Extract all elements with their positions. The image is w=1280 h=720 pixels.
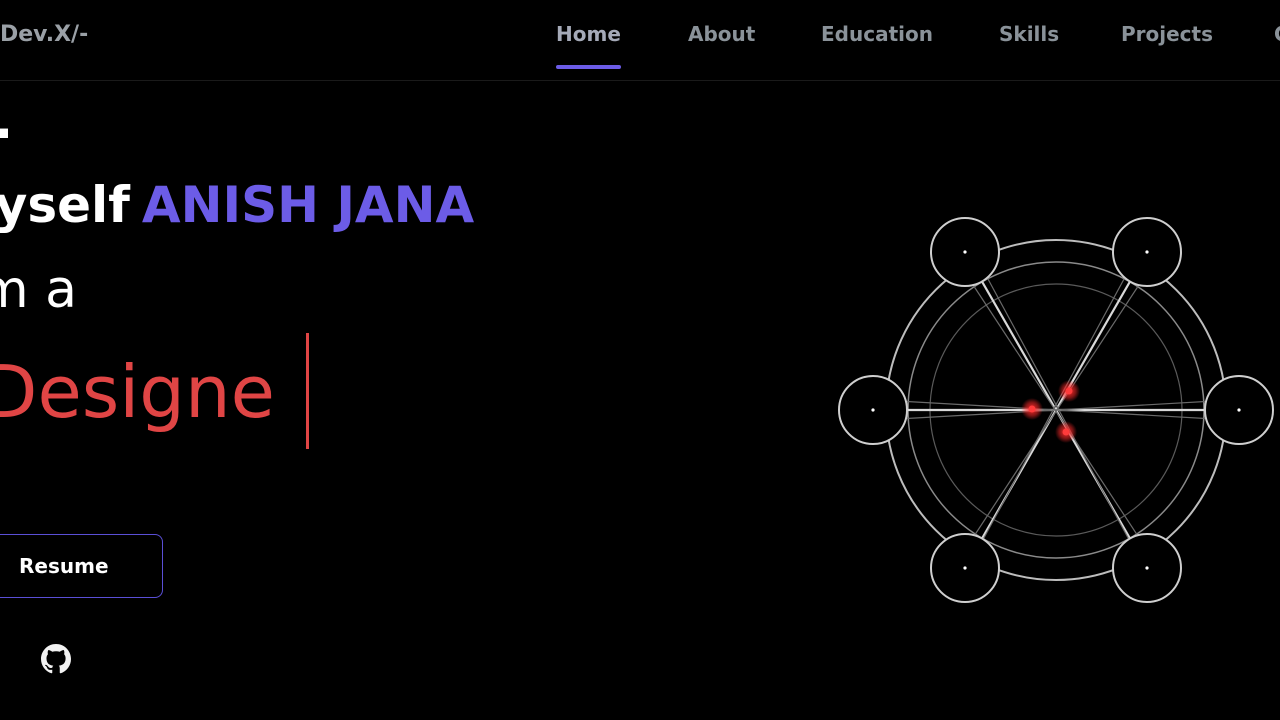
intro-prefix: Myself [0,176,130,234]
hero-intro: MyselfANISH JANA [0,176,474,234]
nav-item-label: Education [821,22,933,46]
nav-item-label: Projects [1121,22,1214,46]
hero-greeting: i.. [0,92,13,150]
page: Dev.X/- Home About Education Skills Proj… [0,0,1280,720]
nav-item-label: About [688,22,756,46]
core-glow-points [1021,380,1080,443]
nav-item-contact[interactable]: C [1274,22,1280,46]
nav-item-label: C [1274,22,1280,46]
nav-item-label: Home [556,22,621,46]
hero-name: ANISH JANA [141,176,475,234]
role-prefix: m a [0,260,78,320]
resume-button-label: Resume [19,554,109,578]
github-icon-svg [41,644,71,674]
hexagram-orbit-graphic [838,217,1274,603]
navbar: Dev.X/- Home About Education Skills Proj… [0,0,1280,81]
active-indicator [556,65,621,69]
typing-cursor [306,333,309,449]
github-icon[interactable] [41,644,71,674]
nav-item-home[interactable]: Home [556,22,621,69]
nav-item-projects[interactable]: Projects [1121,22,1213,46]
typed-role-text: Designe [0,350,275,434]
nav-item-education[interactable]: Education [821,22,933,46]
nav-item-label: Skills [999,22,1060,46]
site-logo[interactable]: Dev.X/- [0,22,88,47]
nav-item-about[interactable]: About [688,22,755,46]
nav-item-skills[interactable]: Skills [999,22,1059,46]
